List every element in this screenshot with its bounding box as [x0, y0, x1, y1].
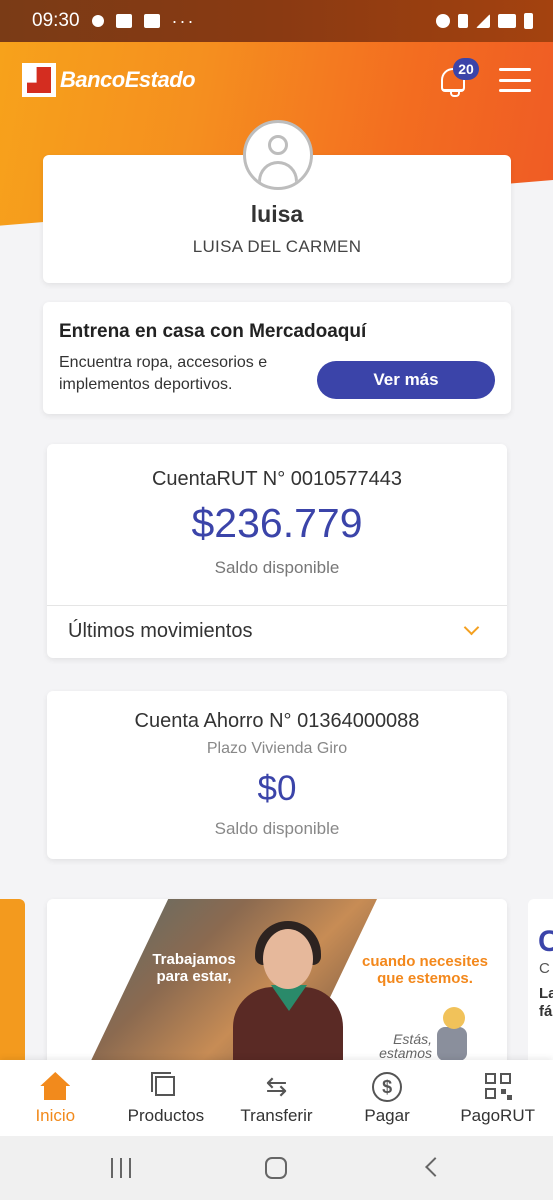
nav-transferir[interactable]: ⇆ Transferir: [221, 1060, 332, 1136]
signal-icon: [476, 14, 490, 28]
account-card-ahorro[interactable]: Cuenta Ahorro N° 01364000088 Plazo Vivie…: [47, 691, 507, 859]
data-icon: [458, 14, 468, 28]
carousel-prev-card[interactable]: [0, 899, 25, 1064]
alarm-icon: [436, 14, 450, 28]
menu-icon-line: [499, 78, 531, 82]
bancoestado-logo-icon: [22, 63, 56, 97]
promo-title: Entrena en casa con Mercadoaquí: [59, 321, 367, 342]
music-icon: [91, 15, 104, 27]
nav-pagorut[interactable]: PagoRUT: [442, 1060, 553, 1136]
nav-label: Transferir: [240, 1106, 313, 1125]
facebook-icon: [143, 14, 160, 28]
status-time: 09:30: [32, 10, 80, 31]
account-number: CuentaRUT N° 0010577443: [151, 468, 403, 490]
banner-person-image: [233, 919, 343, 1069]
notifications-button[interactable]: 20: [435, 58, 479, 100]
pay-icon: $: [372, 1072, 403, 1102]
carousel-next-card[interactable]: C C La fá: [528, 899, 553, 1064]
nav-label: Productos: [127, 1106, 205, 1125]
promo-banner[interactable]: Trabajamos para estar, cuando necesites …: [47, 899, 507, 1069]
nav-label: PagoRUT: [460, 1106, 535, 1125]
avatar[interactable]: [243, 120, 313, 190]
account-card-cuentarut[interactable]: CuentaRUT N° 0010577443 $236.779 Saldo d…: [47, 444, 507, 658]
promo-description: Encuentra ropa, accesorios e implementos…: [59, 354, 268, 393]
balance-label: Saldo disponible: [214, 558, 340, 577]
nav-label: Inicio: [35, 1106, 76, 1125]
nav-productos[interactable]: Productos: [111, 1060, 222, 1136]
nav-pagar[interactable]: $ Pagar: [332, 1060, 443, 1136]
account-balance: $236.779: [191, 500, 363, 546]
mascot-image: [435, 1007, 471, 1062]
banner-text-left: Trabajamos para estar,: [152, 951, 236, 985]
promo-card: Entrena en casa con Mercadoaquí Encuentr…: [43, 302, 511, 414]
qr-icon: [483, 1072, 513, 1100]
top-navbar: BancoEstado 20: [0, 42, 553, 118]
battery-icon: [524, 13, 533, 29]
home-icon: [40, 1072, 71, 1100]
user-icon-body: [258, 161, 298, 187]
recent-apps-button[interactable]: [111, 1158, 131, 1178]
recent-movements-label: Últimos movimientos: [68, 620, 253, 642]
nav-label: Pagar: [364, 1106, 410, 1125]
recent-movements-toggle[interactable]: Últimos movimientos: [47, 605, 507, 658]
account-balance: $0: [257, 769, 297, 808]
notification-badge: 20: [453, 58, 479, 80]
banner-text-right: cuando necesites que estemos.: [362, 953, 488, 987]
menu-icon-line: [499, 68, 531, 71]
menu-icon-line: [499, 89, 531, 92]
more-notifications-icon: ···: [171, 10, 196, 31]
image-icon: [115, 14, 132, 28]
menu-button[interactable]: [499, 68, 531, 92]
banner-tagline: Estás, estamos: [379, 1031, 432, 1061]
wifi-icon: [498, 14, 516, 28]
chevron-down-icon: [463, 619, 480, 636]
home-button[interactable]: [265, 1157, 287, 1179]
account-subtitle: Plazo Vivienda Giro: [206, 740, 348, 757]
next-card-subheading: C: [539, 960, 550, 977]
status-bar: 09:30 ···: [0, 0, 553, 42]
bottom-navigation: Inicio Productos ⇆ Transferir $ Pagar Pa…: [0, 1060, 553, 1136]
profile-full-name: LUISA DEL CARMEN: [192, 237, 362, 256]
brand-name: BancoEstado: [60, 67, 196, 92]
system-navigation-bar: [0, 1136, 553, 1200]
ver-mas-button[interactable]: Ver más: [317, 361, 495, 399]
user-icon-head: [268, 135, 288, 155]
back-button[interactable]: [425, 1157, 445, 1177]
next-card-heading: C: [538, 925, 553, 958]
products-icon: [150, 1072, 181, 1100]
profile-nickname: luisa: [250, 201, 304, 227]
balance-label: Saldo disponible: [214, 819, 340, 838]
account-number: Cuenta Ahorro N° 01364000088: [134, 710, 420, 732]
nav-inicio[interactable]: Inicio: [0, 1060, 111, 1136]
next-card-text: La fá: [539, 985, 553, 1020]
transfer-icon: ⇆: [265, 1071, 288, 1101]
